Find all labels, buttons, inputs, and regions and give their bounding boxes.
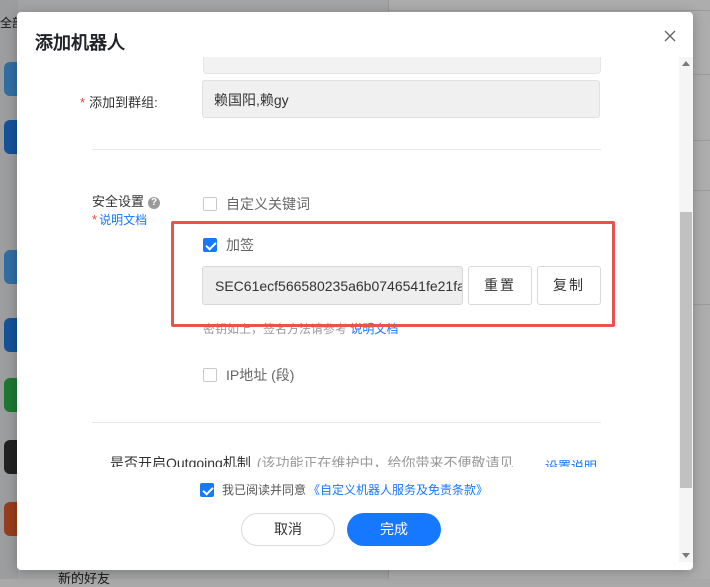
copy-button[interactable]: 复制 — [537, 266, 601, 305]
custom-keyword-label: 自定义关键词 — [226, 196, 310, 212]
group-field-value: 赖国阳,赖gy — [202, 80, 600, 118]
scroll-thumb[interactable] — [680, 212, 692, 488]
terms-agreement: 我已阅读并同意 《自定义机器人服务及免责条款》 — [200, 481, 488, 498]
sign-option[interactable]: 加签 — [203, 235, 254, 255]
custom-keyword-option[interactable]: 自定义关键词 — [203, 194, 310, 214]
scroll-up-icon[interactable] — [682, 61, 690, 66]
terms-label: 我已阅读并同意 — [222, 483, 307, 497]
outgoing-settings-link[interactable]: 设置说明 — [545, 456, 597, 467]
confirm-button[interactable]: 完成 — [347, 513, 441, 546]
terms-checkbox[interactable] — [200, 482, 214, 497]
custom-keyword-checkbox[interactable] — [203, 197, 217, 211]
terms-link[interactable]: 《自定义机器人服务及免责条款》 — [308, 481, 488, 498]
dialog-body: * 添加到群组: 赖国阳,赖gy 安全设置? * 说明文档 自定义关键词 加签 SE… — [17, 57, 679, 467]
close-icon[interactable] — [661, 27, 679, 45]
scroll-down-icon[interactable] — [682, 553, 690, 558]
sign-checkbox[interactable] — [203, 238, 217, 252]
add-robot-dialog: 添加机器人 * 添加到群组: 赖国阳,赖gy 安全设置? * 说明文档 自定义关键词… — [17, 12, 693, 570]
reset-button[interactable]: 重置 — [468, 266, 532, 305]
dialog-footer: 我已阅读并同意 《自定义机器人服务及免责条款》 取消 完成 — [17, 467, 679, 570]
dialog-scrollbar[interactable] — [679, 57, 693, 562]
security-doc-link[interactable]: * 说明文档 — [92, 211, 147, 228]
sign-hint: 密钥如上，签名方法请参考 说明文档 — [203, 322, 399, 336]
question-circle-icon[interactable]: ? — [148, 197, 161, 209]
dialog-title: 添加机器人 — [35, 33, 125, 53]
ip-option[interactable]: IP地址 (段) — [203, 365, 294, 385]
ip-label: IP地址 (段) — [226, 367, 295, 383]
security-settings-label: 安全设置? — [92, 194, 161, 210]
robot-name-input-partial[interactable] — [203, 57, 601, 74]
outgoing-setting: 是否开启Outgoing机制 (该功能正在维护中，给你带来不便敬请见 — [110, 455, 514, 467]
cancel-button[interactable]: 取消 — [241, 513, 335, 546]
divider — [92, 422, 601, 423]
divider — [92, 149, 601, 150]
sign-doc-link[interactable]: 说明文档 — [350, 322, 398, 336]
ip-checkbox[interactable] — [203, 368, 217, 382]
group-field-label: * 添加到群组: — [80, 95, 158, 110]
sign-label: 加签 — [226, 237, 254, 253]
secret-key-field[interactable]: SEC61ecf566580235a6b0746541fe21fa — [202, 266, 463, 305]
